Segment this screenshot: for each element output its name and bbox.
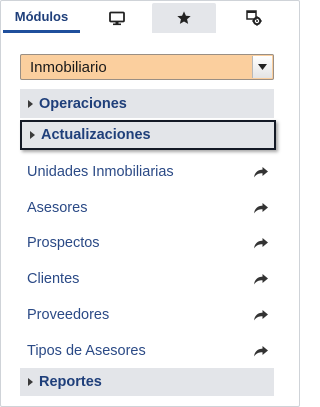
tab-modulos[interactable]: Módulos: [3, 3, 80, 33]
menu-item-label: Asesores: [27, 200, 88, 216]
caret-right-icon: [28, 99, 33, 108]
section-label: Reportes: [39, 374, 102, 390]
menu-item-label: Clientes: [27, 271, 80, 287]
share-arrow-icon[interactable]: [254, 166, 268, 178]
section-operaciones[interactable]: Operaciones: [20, 89, 274, 118]
section-actualizaciones[interactable]: Actualizaciones: [20, 120, 276, 150]
caret-right-icon: [28, 378, 33, 386]
menu-item-tipos-de-asesores[interactable]: Tipos de Asesores: [20, 337, 274, 365]
share-arrow-icon[interactable]: [254, 237, 268, 249]
menu-item-clientes[interactable]: Clientes: [20, 265, 274, 293]
menu-item-unidades-inmobiliarias[interactable]: Unidades Inmobiliarias: [20, 158, 274, 186]
module-select-value: Inmobiliario: [30, 59, 107, 76]
settings-window-icon: [246, 10, 262, 26]
monitor-icon: [108, 11, 125, 26]
tab-bar: Módulos: [0, 0, 300, 37]
tab-settings[interactable]: [221, 3, 287, 33]
tab-favorites[interactable]: [152, 3, 216, 33]
share-arrow-icon[interactable]: [254, 345, 268, 357]
menu-item-label: Tipos de Asesores: [27, 343, 146, 359]
menu-item-label: Proveedores: [27, 307, 110, 323]
star-icon: [176, 10, 192, 26]
section-label: Actualizaciones: [41, 127, 151, 143]
section-label: Operaciones: [39, 95, 127, 112]
tab-monitor[interactable]: [85, 3, 148, 33]
menu-item-label: Unidades Inmobiliarias: [27, 164, 174, 180]
chevron-down-icon[interactable]: [252, 56, 272, 78]
share-arrow-icon[interactable]: [254, 309, 268, 321]
share-arrow-icon[interactable]: [254, 202, 268, 214]
menu-item-prospectos[interactable]: Prospectos: [20, 229, 274, 257]
caret-right-icon: [30, 131, 35, 139]
menu-item-asesores[interactable]: Asesores: [20, 194, 274, 222]
section-reportes[interactable]: Reportes: [20, 368, 274, 396]
menu-item-label: Prospectos: [27, 235, 100, 251]
module-select[interactable]: Inmobiliario: [20, 54, 274, 80]
share-arrow-icon[interactable]: [254, 273, 268, 285]
menu-item-proveedores[interactable]: Proveedores: [20, 301, 274, 329]
